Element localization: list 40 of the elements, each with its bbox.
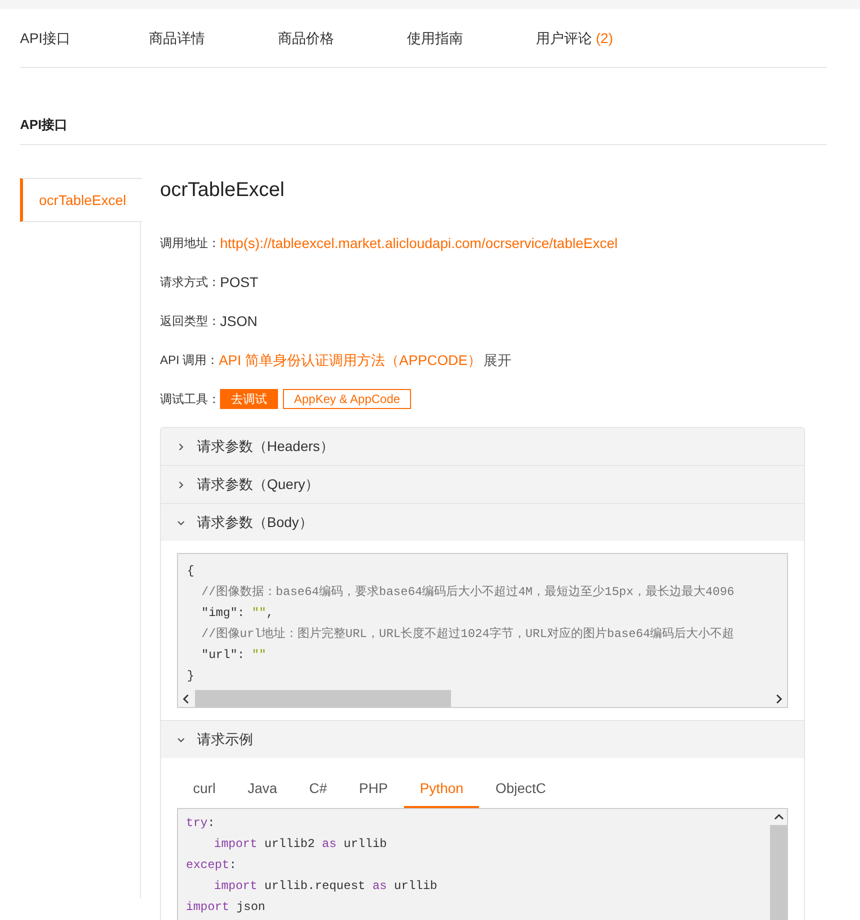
accordion-header[interactable]: 请求参数（Body） [161, 504, 804, 541]
code-line: //图像数据：base64编码，要求base64编码后大小不超过4M，最短边至少15px，最长边最大4096 [200, 584, 734, 601]
code-line: import urllib2 as urllib [213, 836, 387, 853]
code-line: //图像url地址：图片完整URL，URL长度不超过1024字节，URL对应的图片base64编码后大小不超 [200, 626, 734, 643]
accordion-header[interactable]: 请求参数（Query） [161, 466, 804, 503]
field-label: 请求方式： [160, 274, 220, 291]
code-line: { [187, 563, 194, 580]
expand-link[interactable]: 展开 [484, 350, 512, 370]
field-label: API 调用： [160, 352, 219, 369]
code-line: "img": "", [200, 605, 274, 622]
field-label: 调用地址： [160, 235, 220, 252]
language-tab[interactable]: C# [293, 770, 344, 808]
field-value: JSON [220, 312, 258, 330]
chevron-down-icon [177, 736, 185, 744]
language-tab[interactable]: ObjectC [479, 770, 562, 808]
chevron-right-icon [177, 442, 185, 450]
language-tab[interactable]: curl [177, 770, 232, 808]
api-title: ocrTableExcel [160, 178, 285, 202]
field-label: 返回类型： [160, 313, 220, 330]
accordion-header[interactable]: 请求参数（Headers） [161, 428, 804, 465]
code-line: except: [186, 857, 236, 874]
nav-tab[interactable]: API接口 [20, 28, 149, 48]
accordion-header[interactable]: 请求示例 [161, 721, 804, 758]
language-tab[interactable]: PHP [343, 770, 404, 808]
nav-tab[interactable]: 商品价格 [278, 28, 407, 48]
language-tab[interactable]: Java [232, 770, 294, 808]
code-line: try: [186, 815, 215, 832]
code-line: import urllib.request as urllib [213, 878, 438, 895]
field-label: 调试工具： [160, 391, 220, 408]
section-title: API接口 [20, 116, 68, 134]
scroll-up-icon[interactable] [774, 813, 784, 821]
chevron-right-icon [177, 480, 185, 488]
nav-tab[interactable]: 商品详情 [149, 28, 278, 48]
code-line: } [187, 668, 194, 685]
nav-tab[interactable]: 用户评论 (2) [536, 28, 665, 48]
nav-tab[interactable]: 使用指南 [407, 28, 536, 48]
chevron-down-icon [177, 518, 185, 526]
field-value: POST [220, 272, 258, 292]
code-line: import json [186, 899, 266, 916]
code-line: "url": "" [200, 647, 266, 664]
